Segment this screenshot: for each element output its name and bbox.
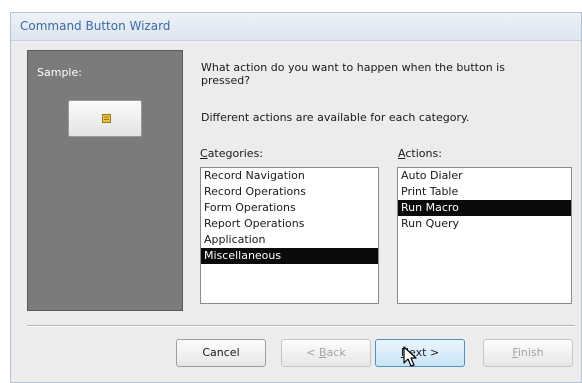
next-button[interactable]: Next >	[375, 339, 465, 367]
window-title: Command Button Wizard	[20, 19, 171, 33]
description-text: Different actions are available for each…	[201, 111, 470, 124]
finish-button[interactable]: Finish	[483, 339, 573, 367]
action-item[interactable]: Run Macro	[398, 200, 571, 216]
category-item[interactable]: Form Operations	[201, 200, 378, 216]
categories-label: Categories:	[200, 147, 264, 160]
title-bar[interactable]: Command Button Wizard	[11, 13, 581, 41]
macro-icon	[102, 114, 111, 123]
action-item[interactable]: Auto Dialer	[398, 168, 571, 184]
back-button[interactable]: < Back	[281, 339, 371, 367]
category-item[interactable]: Record Operations	[201, 184, 378, 200]
action-item[interactable]: Run Query	[398, 216, 571, 232]
command-button-wizard-window: Command Button Wizard Sample: What actio…	[10, 12, 582, 383]
category-item[interactable]: Miscellaneous	[201, 248, 378, 264]
question-text: What action do you want to happen when t…	[201, 61, 505, 87]
actions-label: Actions:	[398, 147, 442, 160]
category-item[interactable]: Record Navigation	[201, 168, 378, 184]
separator	[27, 325, 575, 327]
category-item[interactable]: Report Operations	[201, 216, 378, 232]
sample-button-preview	[68, 100, 142, 137]
mouse-pointer-icon	[403, 346, 417, 367]
cancel-button[interactable]: Cancel	[176, 339, 266, 367]
categories-listbox[interactable]: Record Navigation Record Operations Form O…	[200, 167, 379, 304]
actions-listbox[interactable]: Auto Dialer Print Table Run Macro Run Query	[397, 167, 572, 304]
action-item[interactable]: Print Table	[398, 184, 571, 200]
category-item[interactable]: Application	[201, 232, 378, 248]
sample-panel: Sample:	[27, 50, 183, 311]
sample-label: Sample:	[37, 66, 82, 79]
